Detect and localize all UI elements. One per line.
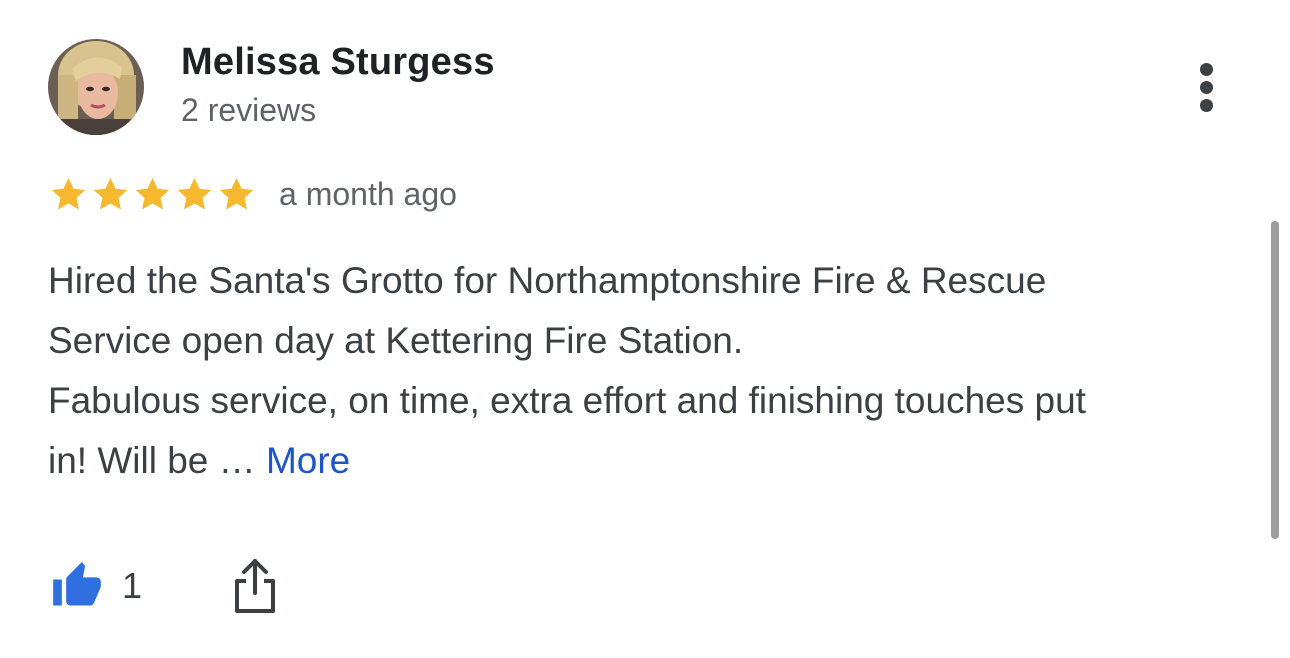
author-review-count: 2 reviews bbox=[181, 92, 317, 128]
review-text-truncated: in! Will be … bbox=[48, 440, 266, 481]
more-vert-icon[interactable] bbox=[1188, 58, 1224, 118]
review-card: Melissa Sturgess 2 reviews a month ago H… bbox=[0, 0, 1290, 658]
avatar-photo-icon bbox=[48, 39, 144, 135]
star-icon bbox=[177, 177, 212, 209]
like-button[interactable]: 1 bbox=[48, 560, 142, 612]
more-link[interactable]: More bbox=[266, 440, 350, 481]
star-icon bbox=[219, 177, 254, 209]
review-text-last-line: in! Will be … More bbox=[48, 431, 1258, 491]
star-icon bbox=[93, 177, 128, 209]
scrollbar[interactable] bbox=[1271, 221, 1279, 539]
share-icon[interactable] bbox=[232, 557, 278, 615]
rating-row: a month ago bbox=[48, 172, 457, 216]
author-avatar[interactable] bbox=[48, 39, 144, 135]
star-icon bbox=[51, 177, 86, 209]
review-text: Hired the Santa's Grotto for Northampton… bbox=[48, 251, 1258, 491]
review-text-line: Service open day at Kettering Fire Stati… bbox=[48, 320, 744, 361]
review-text-line: Hired the Santa's Grotto for Northampton… bbox=[48, 260, 1047, 301]
review-actions: 1 bbox=[48, 556, 278, 616]
review-text-line: Fabulous service, on time, extra effort … bbox=[48, 380, 1086, 421]
review-time: a month ago bbox=[279, 175, 457, 212]
star-rating bbox=[48, 174, 257, 215]
like-count: 1 bbox=[122, 565, 143, 606]
star-icon bbox=[135, 177, 170, 209]
author-name[interactable]: Melissa Sturgess bbox=[181, 41, 495, 84]
thumb-up-icon bbox=[53, 562, 101, 606]
